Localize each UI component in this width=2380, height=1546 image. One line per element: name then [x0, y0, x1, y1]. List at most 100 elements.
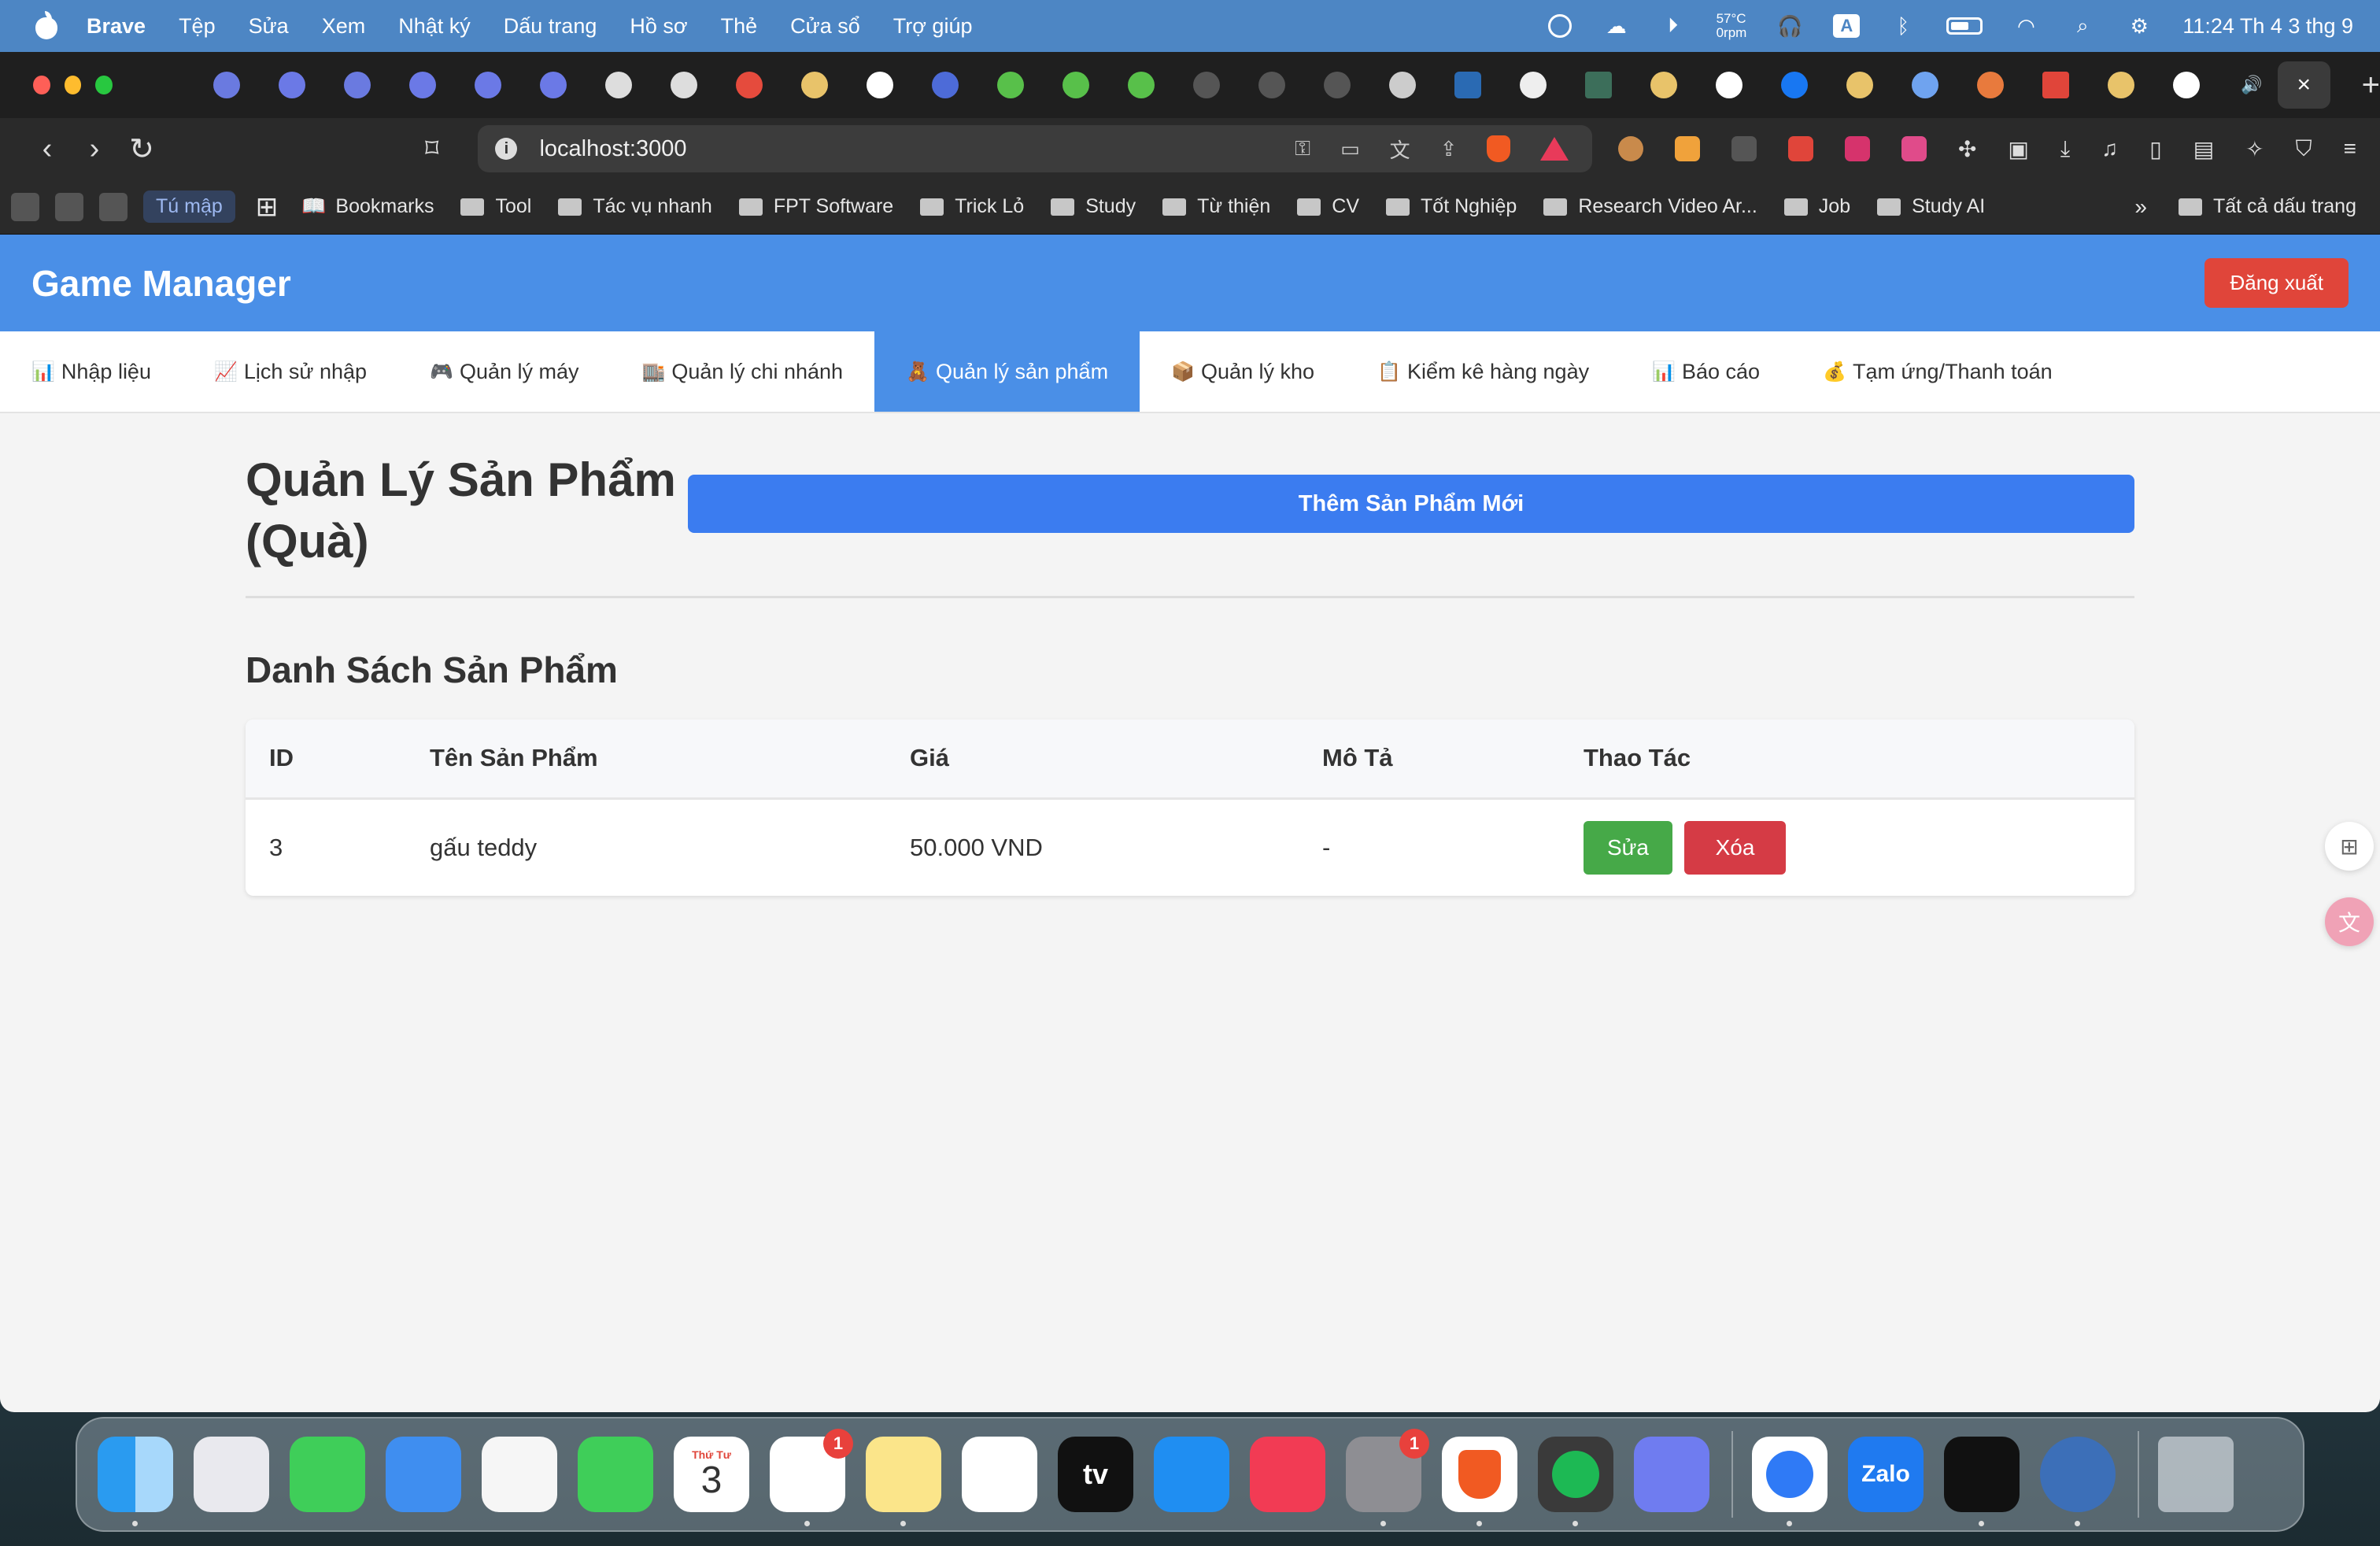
- site-info-icon[interactable]: i: [495, 138, 518, 160]
- spotify-icon[interactable]: [1538, 1437, 1613, 1526]
- extension-icon[interactable]: [1844, 136, 1870, 161]
- bookmark-folder[interactable]: Trick Lỏ: [920, 195, 1024, 218]
- tab-favicon-icon[interactable]: [1650, 72, 1677, 98]
- back-icon[interactable]: ‹: [24, 132, 71, 166]
- bookmark-folder[interactable]: Research Video Ar...: [1543, 195, 1757, 218]
- tab-favicon-icon[interactable]: [1062, 72, 1089, 98]
- bookmark-favicon-icon[interactable]: [11, 192, 39, 221]
- tab-quan-ly-chi-nhanh[interactable]: 🏬 Quản lý chi nhánh: [611, 331, 875, 412]
- tab-favicon-icon[interactable]: [2042, 72, 2069, 98]
- zoom-window-button[interactable]: [95, 76, 113, 94]
- brave-browser-icon[interactable]: [1442, 1437, 1517, 1526]
- menu-history[interactable]: Nhật ký: [398, 14, 471, 39]
- bluetooth-icon[interactable]: ᛒ: [1890, 14, 1916, 38]
- edit-button[interactable]: Sửa: [1584, 820, 1672, 875]
- menu-icon[interactable]: ≡: [2344, 136, 2356, 161]
- bookmark-favicon-icon[interactable]: [99, 192, 128, 221]
- menu-app-name[interactable]: Brave: [87, 14, 146, 39]
- tab-favicon-icon[interactable]: [539, 72, 567, 98]
- brave-shields-icon[interactable]: [1487, 135, 1511, 162]
- trash-icon[interactable]: [2158, 1437, 2234, 1512]
- calendar-icon[interactable]: Thứ Tư 3: [674, 1437, 749, 1512]
- launchpad-icon[interactable]: [194, 1437, 269, 1512]
- facebook-icon[interactable]: [1780, 72, 1808, 98]
- bookmark-tumap[interactable]: Tú mập: [143, 190, 235, 223]
- brave-rewards-icon[interactable]: [1540, 137, 1569, 161]
- all-bookmarks-folder[interactable]: Tất cả dấu trang: [2178, 195, 2356, 218]
- menu-view[interactable]: Xem: [322, 14, 366, 39]
- simulator-icon[interactable]: [1634, 1437, 1709, 1512]
- bookmark-favicon-icon[interactable]: [55, 192, 83, 221]
- tab-nhap-lieu[interactable]: 📊 Nhập liệu: [0, 331, 183, 412]
- linkedin-icon[interactable]: [1454, 72, 1481, 98]
- bookmark-folder[interactable]: 📖 Bookmarks: [301, 195, 434, 218]
- tab-tam-ung-thanh-toan[interactable]: 💰 Tạm ứng/Thanh toán: [1791, 331, 2084, 412]
- apple-tv-icon[interactable]: tv: [1058, 1437, 1133, 1512]
- app-store-icon[interactable]: [1154, 1437, 1229, 1512]
- bookmark-folder[interactable]: Tool: [460, 195, 531, 218]
- gemini-icon[interactable]: [1911, 72, 1938, 98]
- tab-favicon-icon[interactable]: [1976, 72, 2004, 98]
- leo-icon[interactable]: ✧: [2245, 136, 2264, 162]
- bookmark-folder[interactable]: Tốt Nghiệp: [1386, 195, 1517, 218]
- input-source-icon[interactable]: A: [1833, 14, 1861, 38]
- messenger-icon[interactable]: [1752, 1437, 1828, 1526]
- play-icon[interactable]: ⏵: [1660, 13, 1687, 38]
- url-text[interactable]: localhost:3000: [539, 136, 686, 162]
- sidebar-icon[interactable]: ▯: [2149, 136, 2161, 162]
- menu-file[interactable]: Tệp: [179, 14, 216, 39]
- menu-edit[interactable]: Sửa: [249, 14, 289, 39]
- tab-favicon-icon[interactable]: [931, 72, 959, 98]
- bookmark-folder[interactable]: Study AI: [1877, 195, 1985, 218]
- apps-grid-icon[interactable]: ⊞: [256, 191, 279, 223]
- control-center-icon[interactable]: ⚙: [2126, 14, 2153, 38]
- info-icon[interactable]: [2172, 72, 2200, 98]
- tab-favicon-icon[interactable]: [1258, 72, 1285, 98]
- headphones-icon[interactable]: 🎧: [1776, 14, 1803, 38]
- menu-tab[interactable]: Thẻ: [721, 14, 758, 39]
- bookmark-folder[interactable]: Job: [1783, 195, 1850, 218]
- bookmark-folder[interactable]: Study: [1051, 195, 1136, 218]
- photos-icon[interactable]: [482, 1437, 557, 1512]
- share-icon[interactable]: ⇪: [1440, 137, 1458, 161]
- menu-window[interactable]: Cửa sổ: [790, 14, 860, 39]
- bookmark-icon[interactable]: ⌑: [425, 133, 438, 165]
- cast-icon[interactable]: ▭: [1340, 137, 1360, 161]
- wallet-icon[interactable]: ▤: [2193, 136, 2214, 162]
- freeform-icon[interactable]: [962, 1437, 1037, 1512]
- tab-favicon-icon[interactable]: [604, 72, 632, 98]
- music-icon[interactable]: ♫: [2101, 136, 2118, 161]
- tab-favicon-icon[interactable]: [800, 72, 828, 98]
- tab-favicon-icon[interactable]: [1192, 72, 1220, 98]
- delete-button[interactable]: Xóa: [1683, 820, 1787, 875]
- tab-quan-ly-kho[interactable]: 📦 Quản lý kho: [1140, 331, 1346, 412]
- google-icon[interactable]: [1715, 72, 1743, 98]
- extension-icon[interactable]: [1674, 136, 1700, 161]
- clock[interactable]: 11:24 Th 4 3 thg 9: [2182, 14, 2353, 39]
- tab-favicon-icon[interactable]: [2107, 72, 2134, 98]
- close-window-button[interactable]: [33, 76, 50, 94]
- messages-icon[interactable]: [290, 1437, 365, 1512]
- menu-bookmarks[interactable]: Dấu trang: [504, 14, 597, 39]
- apple-icon[interactable]: [33, 11, 60, 41]
- key-icon[interactable]: ⚿: [1295, 136, 1310, 161]
- search-icon[interactable]: ⌕: [2069, 13, 2096, 38]
- extension-icon[interactable]: [1617, 136, 1643, 161]
- reminders-icon[interactable]: 1: [770, 1429, 853, 1526]
- tab-favicon-icon[interactable]: [670, 72, 697, 98]
- disk-utility-icon[interactable]: [2040, 1437, 2116, 1526]
- bookmark-folder[interactable]: Tác vụ nhanh: [558, 195, 712, 218]
- tab-favicon-icon[interactable]: [213, 72, 240, 98]
- tab-lich-su-nhap[interactable]: 📈 Lịch sử nhập: [183, 331, 398, 412]
- tab-favicon-icon[interactable]: [1846, 72, 1873, 98]
- tab-favicon-icon[interactable]: [1584, 72, 1612, 98]
- zalo-icon[interactable]: Zalo: [1848, 1437, 1924, 1512]
- tab-favicon-icon[interactable]: [735, 72, 763, 98]
- tab-bao-cao[interactable]: 📊 Báo cáo: [1621, 331, 1791, 412]
- new-tab-button[interactable]: +: [2362, 68, 2380, 103]
- cloud-icon[interactable]: ☁: [1603, 14, 1630, 38]
- download-icon[interactable]: ⤓: [2060, 136, 2070, 162]
- tab-quan-ly-san-pham[interactable]: 🧸 Quản lý sản phẩm: [874, 331, 1140, 412]
- forward-icon[interactable]: ›: [71, 132, 118, 166]
- tab-favicon-icon[interactable]: [1519, 72, 1547, 98]
